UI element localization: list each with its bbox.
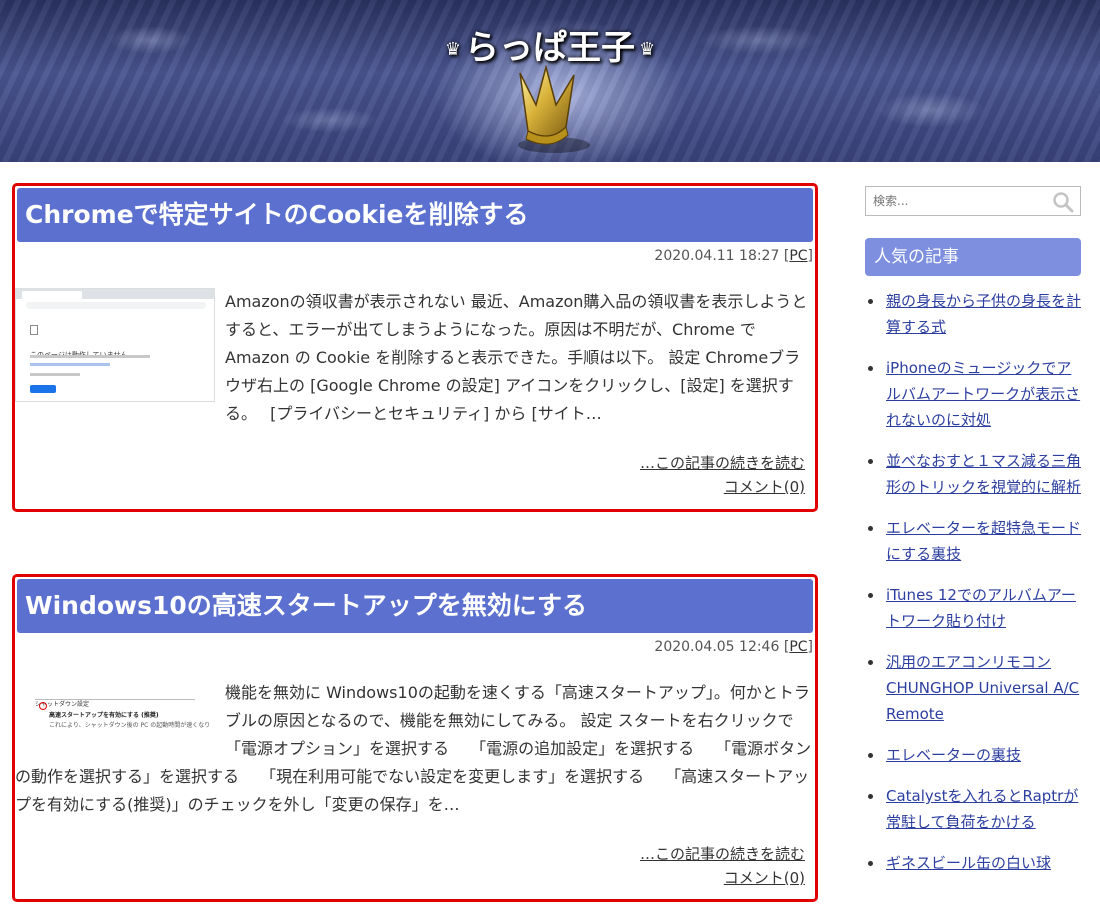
article-thumbnail[interactable]: このページは動作していません [15,288,215,402]
crown-small-icon-left: ♛ [444,39,461,60]
crown-logo-icon [518,65,590,153]
article-category-link[interactable]: PC [789,248,807,264]
article-card: Chromeで特定サイトのCookieを削除する 2020.04.11 18:2… [12,183,818,512]
popular-articles-list: 親の身長から子供の身長を計算する式 iPhoneのミュージックでアルバムアートワ… [865,288,1081,891]
document-icon [30,325,38,335]
crown-small-icon-right: ♛ [639,39,656,60]
list-item: iTunes 12でのアルバムアートワーク貼り付け [865,582,1081,634]
popular-articles-heading: 人気の記事 [865,238,1081,276]
article-date: 2020.04.11 18:27 [654,248,780,264]
list-item: 並べなおすと１マス減る三角形のトリックを視覚的に解析 [865,448,1081,500]
popular-article-link[interactable]: iPhoneのミュージックでアルバムアートワークが表示されないのに対処 [886,359,1080,429]
list-item: 親の身長から子供の身長を計算する式 [865,288,1081,340]
popular-article-link[interactable]: 汎用のエアコンリモコン CHUNGHOP Universal A/C Remot… [886,653,1079,723]
popular-article-link[interactable]: エレベーターの裏技 [886,746,1021,764]
list-item: エレベーターの裏技 [865,742,1081,768]
popular-article-link[interactable]: エレベーターを超特急モードにする裏技 [886,519,1081,563]
popular-article-link[interactable]: 並べなおすと１マス減る三角形のトリックを視覚的に解析 [886,452,1081,496]
article-card: Windows10の高速スタートアップを無効にする 2020.04.05 12:… [12,574,818,902]
article-body: このページは動作していません Amazonの領収書が表示されない 最近、Amaz… [15,288,815,428]
comment-link[interactable]: コメント(0) [640,866,805,890]
list-item: エレベーターを超特急モードにする裏技 [865,515,1081,567]
site-title-text[interactable]: らっぱ王子 [465,28,635,68]
list-item: iPhoneのミュージックでアルバムアートワークが表示されないのに対処 [865,355,1081,433]
list-item: Catalystを入れるとRaptrが常駐して負荷をかける [865,783,1081,835]
article-links: …この記事の続きを読む コメント(0) [640,842,805,890]
search-box [865,186,1081,216]
search-icon[interactable] [1052,191,1074,213]
article-date: 2020.04.05 12:46 [654,639,780,655]
popular-article-link[interactable]: ギネスビール缶の白い球 [886,854,1051,872]
read-more-link[interactable]: …この記事の続きを読む [640,842,805,866]
popular-article-link[interactable]: 親の身長から子供の身長を計算する式 [886,292,1081,336]
popular-article-link[interactable]: Catalystを入れるとRaptrが常駐して負荷をかける [886,787,1078,831]
article-category-link[interactable]: PC [789,639,807,655]
list-item: ギネスビール缶の白い球 [865,850,1081,876]
popular-article-link[interactable]: iTunes 12でのアルバムアートワーク貼り付け [886,586,1076,630]
site-header: ♛ らっぱ王子 ♛ [0,0,1100,162]
article-body: シャットダウン設定 高速スタートアップを有効にする (推奨) これにより、シャッ… [15,679,815,819]
thumbnail-option-desc: これにより、シャットダウン後の PC の起動時間が速くなります。 [49,722,211,729]
article-title-link[interactable]: Windows10の高速スタートアップを無効にする [17,579,813,633]
site-title[interactable]: ♛ らっぱ王子 ♛ [0,20,1100,69]
article-meta: 2020.04.05 12:46 [PC] [654,639,813,655]
article-meta: 2020.04.11 18:27 [PC] [654,248,813,264]
read-more-link[interactable]: …この記事の続きを読む [640,451,805,475]
checkbox-icon [39,702,47,710]
article-thumbnail[interactable]: シャットダウン設定 高速スタートアップを有効にする (推奨) これにより、シャッ… [15,685,215,745]
comment-link[interactable]: コメント(0) [640,475,805,499]
search-input[interactable] [866,187,1046,215]
article-title-link[interactable]: Chromeで特定サイトのCookieを削除する [17,188,813,242]
list-item: 汎用のエアコンリモコン CHUNGHOP Universal A/C Remot… [865,649,1081,727]
article-links: …この記事の続きを読む コメント(0) [640,451,805,499]
